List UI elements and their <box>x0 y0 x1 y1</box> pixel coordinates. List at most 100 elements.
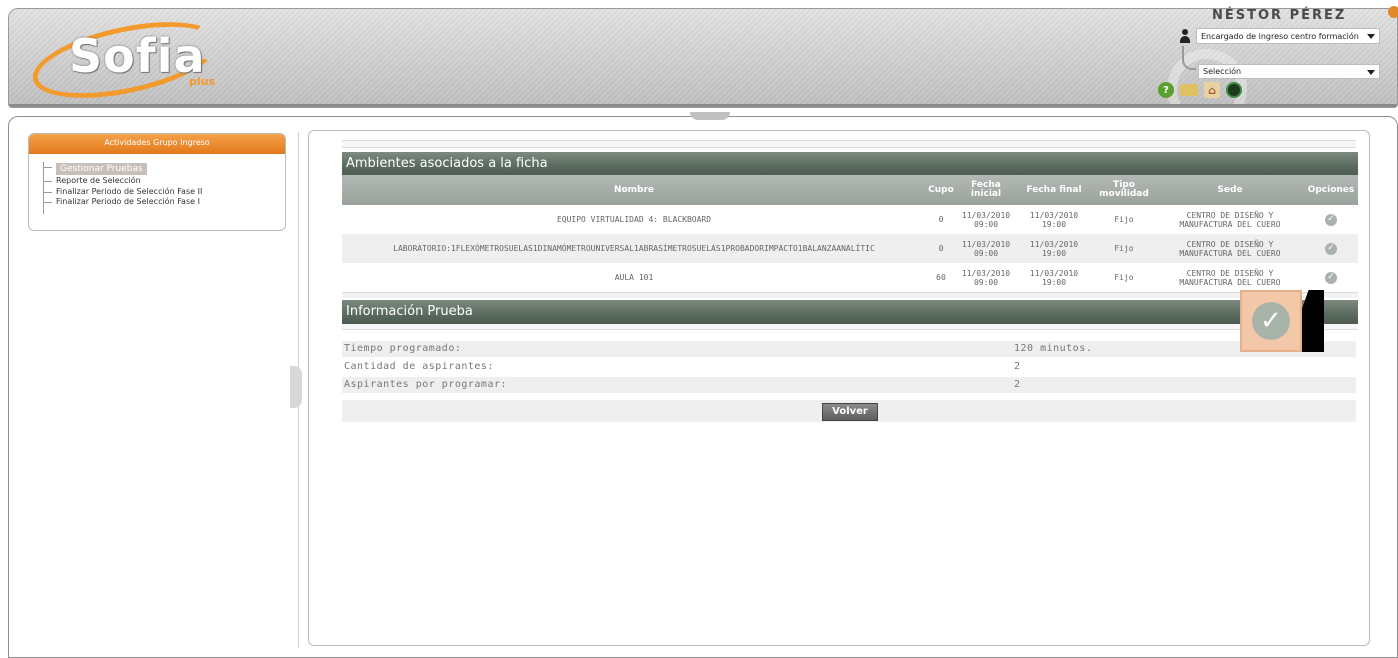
info-row-tiempo: Tiempo programado: 120 minutos. <box>342 341 1356 357</box>
cell-fecha-final-time: 19:00 <box>1041 219 1067 229</box>
role-select[interactable]: Encargado de ingreso centro formación <box>1196 28 1380 44</box>
cell-nombre: AULA 101 <box>614 273 654 282</box>
cell-sede: CENTRO DE DISEÑO Y MANUFACTURA DEL CUERO <box>1156 263 1304 292</box>
selection-select-value: Selección <box>1203 67 1242 76</box>
zoom-callout: ✓ <box>1240 290 1326 352</box>
volver-button[interactable]: Volver <box>822 403 878 421</box>
cell-fecha-final-time: 19:00 <box>1041 277 1067 287</box>
table-row: AULA 101 60 11/03/2010 09:00 11/03/2010 19… <box>342 263 1358 292</box>
cell-tipo: Fijo <box>1114 273 1134 282</box>
info-row-por-programar: Aspirantes por programar: 2 <box>342 377 1356 393</box>
select-connector <box>1182 46 1196 70</box>
info-row-cantidad: Cantidad de aspirantes: 2 <box>342 359 1356 375</box>
table-row: LABORATORIO:1FLEXÓMETROSUELAS1DINAMÓMETR… <box>342 234 1358 263</box>
cell-sede-line2: MANUFACTURA DEL CUERO <box>1179 219 1281 229</box>
table-row: EQUIPO VIRTUALIDAD 4: BLACKBOARD 0 11/03… <box>342 205 1358 234</box>
cell-nombre: EQUIPO VIRTUALIDAD 4: BLACKBOARD <box>556 215 712 224</box>
sidebar-item-label: Reporte de Selección <box>56 176 141 185</box>
info-value: 120 minutos. <box>1014 343 1093 354</box>
sidebar-item-label: Gestionar Pruebas <box>56 163 147 175</box>
cell-tipo: Fijo <box>1114 215 1134 224</box>
cell-sede-line1: CENTRO DE DISEÑO Y <box>1186 268 1274 278</box>
help-icon[interactable]: ? <box>1158 82 1174 98</box>
cell-fecha-inicial: 11/03/2010 09:00 <box>956 234 1016 263</box>
col-header-tipo-movilidad[interactable]: Tipo movilidad <box>1092 175 1156 205</box>
col-header-opciones: Opciones <box>1307 184 1355 195</box>
select-check-icon[interactable]: ✓ <box>1325 213 1337 226</box>
logo-plus: plus <box>189 75 216 88</box>
logout-icon[interactable] <box>1226 82 1242 98</box>
logo-word: Sofia <box>69 29 206 83</box>
cell-cupo: 0 <box>938 244 944 253</box>
zoom-highlight-box: ✓ <box>1240 290 1302 352</box>
user-name: NÉSTOR PÉREZ <box>1212 8 1347 23</box>
info-label: Tiempo programado: <box>344 343 462 354</box>
cell-fecha-final-date: 11/03/2010 <box>1029 268 1079 278</box>
col-header-fecha-inicial[interactable]: Fecha inicial <box>956 175 1016 205</box>
cell-sede-line1: CENTRO DE DISEÑO Y <box>1186 239 1274 249</box>
cell-fecha-final-time: 19:00 <box>1041 248 1067 258</box>
action-bar: Volver <box>342 400 1356 422</box>
select-check-icon[interactable]: ✓ <box>1325 242 1337 255</box>
cell-fecha-final: 11/03/2010 19:00 <box>1016 205 1092 234</box>
sidebar-item-finalizar-fase-ii[interactable]: Finalizar Periodo de Selección Fase II <box>44 187 202 198</box>
cell-sede-line2: MANUFACTURA DEL CUERO <box>1179 277 1281 287</box>
role-select-value: Encargado de ingreso centro formación <box>1201 32 1359 41</box>
cell-sede: CENTRO DE DISEÑO Y MANUFACTURA DEL CUERO <box>1156 234 1304 263</box>
sidebar-item-label: Finalizar Periodo de Selección Fase I <box>56 197 200 206</box>
cell-fecha-final: 11/03/2010 19:00 <box>1016 263 1092 292</box>
cell-fecha-inicial: 11/03/2010 09:00 <box>956 263 1016 292</box>
select-check-icon[interactable]: ✓ <box>1325 271 1337 284</box>
cell-fecha-inicial-time: 09:00 <box>973 219 999 229</box>
zoom-pointer <box>1302 290 1324 352</box>
content-top-bar <box>342 140 1356 148</box>
selection-select[interactable]: Selección <box>1198 64 1380 79</box>
cell-opciones: ✓ <box>1304 263 1358 292</box>
sidebar-menu: Actividades Grupo Ingreso Gestionar Prue… <box>28 133 286 231</box>
ambientes-section-title: Ambientes asociados a la ficha <box>342 152 1358 176</box>
collapse-sidebar-handle[interactable] <box>290 366 302 408</box>
col-header-fecha-final[interactable]: Fecha final <box>1016 175 1092 205</box>
info-value: 2 <box>1014 361 1021 372</box>
sidebar-item-label: Finalizar Periodo de Selección Fase II <box>56 186 203 196</box>
col-header-nombre[interactable]: Nombre <box>342 175 926 205</box>
cell-sede: CENTRO DE DISEÑO Y MANUFACTURA DEL CUERO <box>1156 205 1304 234</box>
info-section-title: Información Prueba <box>342 300 1358 324</box>
info-label: Aspirantes por programar: <box>344 379 508 390</box>
sidebar-item-finalizar-fase-i[interactable]: Finalizar Periodo de Selección Fase I <box>44 197 202 208</box>
cell-opciones: ✓ <box>1304 234 1358 263</box>
cell-fecha-inicial: 11/03/2010 09:00 <box>956 205 1016 234</box>
close-icon[interactable] <box>1388 6 1398 18</box>
zoomed-check-icon: ✓ <box>1252 302 1290 340</box>
cell-tipo: Fijo <box>1114 244 1134 253</box>
info-value: 2 <box>1014 379 1021 390</box>
col-header-cupo[interactable]: Cupo <box>926 175 956 205</box>
sidebar-tree: Gestionar Pruebas Reporte de Selección F… <box>43 162 202 214</box>
header-bottom-line <box>9 104 1397 107</box>
cell-fecha-inicial-date: 11/03/2010 <box>961 239 1011 249</box>
sidebar-item-gestionar-pruebas[interactable]: Gestionar Pruebas <box>44 162 202 176</box>
col-header-sede[interactable]: Sede <box>1156 175 1304 205</box>
sidebar-item-reporte-seleccion[interactable]: Reporte de Selección <box>44 176 202 187</box>
header-toolbar: ? ⌂ <box>1158 82 1242 98</box>
cell-cupo: 60 <box>936 273 946 282</box>
chevron-down-icon <box>1367 34 1375 39</box>
cell-fecha-final-date: 11/03/2010 <box>1029 239 1079 249</box>
cell-fecha-inicial-date: 11/03/2010 <box>961 268 1011 278</box>
section-separator <box>342 292 1358 298</box>
cell-fecha-final-date: 11/03/2010 <box>1029 210 1079 220</box>
cell-nombre: LABORATORIO:1FLEXÓMETROSUELAS1DINAMÓMETR… <box>393 244 875 253</box>
cell-sede-line2: MANUFACTURA DEL CUERO <box>1179 248 1281 258</box>
cell-opciones: ✓ <box>1304 205 1358 234</box>
ambientes-table-header: Nombre Cupo Fecha inicial Fecha final Ti… <box>342 175 1358 205</box>
mail-icon[interactable] <box>1180 84 1198 96</box>
sidebar-title: Actividades Grupo Ingreso <box>29 134 285 154</box>
home-icon[interactable]: ⌂ <box>1204 82 1220 98</box>
cell-fecha-final: 11/03/2010 19:00 <box>1016 234 1092 263</box>
user-icon <box>1178 28 1192 44</box>
collapse-header-handle[interactable] <box>690 112 730 120</box>
sofia-plus-logo: Sofia plus <box>26 9 231 107</box>
info-label: Cantidad de aspirantes: <box>344 361 494 372</box>
chevron-down-icon <box>1367 70 1375 75</box>
cell-fecha-inicial-date: 11/03/2010 <box>961 210 1011 220</box>
